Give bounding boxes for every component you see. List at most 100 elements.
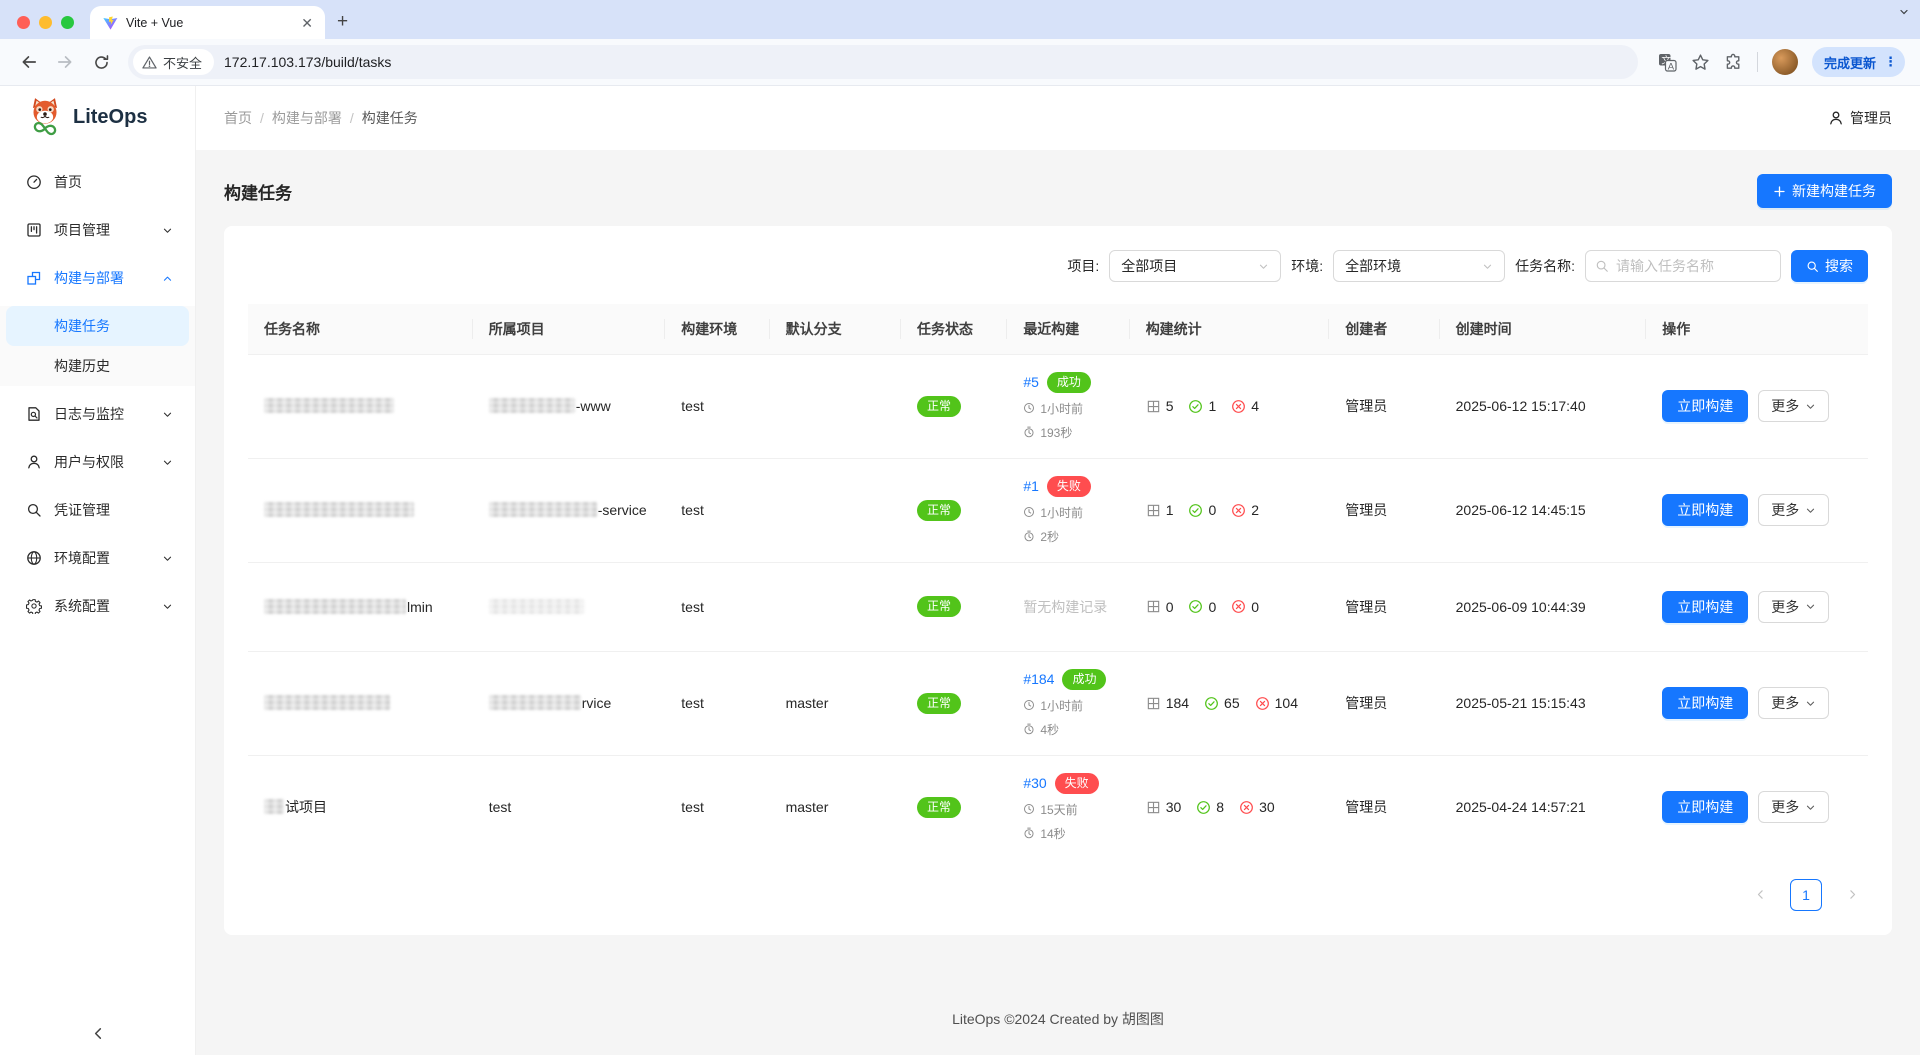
new-build-task-button[interactable]: 新建构建任务 (1757, 174, 1892, 208)
build-now-button[interactable]: 立即构建 (1662, 591, 1748, 623)
sidebar-item-label: 构建任务 (54, 316, 173, 336)
build-number-link[interactable]: #30 (1023, 775, 1046, 791)
table-row: -www test 正常 #5 成功 1小时前 193秒 (248, 354, 1868, 458)
back-icon[interactable] (14, 47, 44, 77)
chevron-down-icon (1805, 505, 1816, 516)
build-now-button[interactable]: 立即构建 (1662, 687, 1748, 719)
stat-fail: 104 (1275, 695, 1298, 711)
branch-cell (770, 354, 901, 458)
breadcrumb-home[interactable]: 首页 (224, 108, 252, 128)
deployment-icon (26, 270, 42, 286)
stat-success: 8 (1216, 799, 1224, 815)
more-button[interactable]: 更多 (1758, 687, 1829, 719)
sidebar-item-label: 系统配置 (54, 596, 150, 616)
page-number[interactable]: 1 (1790, 879, 1822, 911)
security-chip[interactable]: 不安全 (133, 49, 214, 75)
branch-cell: master (770, 651, 901, 755)
bookmark-star-icon[interactable] (1691, 53, 1710, 72)
extensions-icon[interactable] (1724, 53, 1743, 72)
page-title: 构建任务 (224, 179, 292, 204)
breadcrumb: 首页 / 构建与部署 / 构建任务 (224, 108, 418, 128)
sidebar-item-system-config[interactable]: 系统配置 (6, 586, 189, 626)
build-duration: 193秒 (1040, 424, 1072, 441)
clock-icon (1023, 506, 1035, 518)
sidebar-item-projects[interactable]: 项目管理 (6, 210, 189, 250)
redacted-task-name (264, 398, 394, 413)
more-button[interactable]: 更多 (1758, 591, 1829, 623)
sidebar-item-credentials[interactable]: 凭证管理 (6, 490, 189, 530)
close-circle-icon (1231, 599, 1246, 614)
chevron-down-icon (1482, 261, 1493, 272)
more-button[interactable]: 更多 (1758, 791, 1829, 823)
security-label: 不安全 (163, 53, 202, 72)
tab-search-chevron-icon[interactable] (1898, 6, 1910, 18)
build-result-badge: 失败 (1055, 773, 1099, 794)
sidebar: LiteOps 首页 项目管理 (0, 86, 196, 1055)
build-number-link[interactable]: #1 (1023, 478, 1039, 494)
plus-icon (1773, 185, 1786, 198)
chevron-up-icon (162, 273, 173, 284)
browser-tab[interactable]: Vite + Vue ✕ (90, 6, 325, 39)
recent-build-cell: #184 成功 1小时前 4秒 (1007, 651, 1129, 755)
sidebar-item-home[interactable]: 首页 (6, 162, 189, 202)
breadcrumb-build-deploy[interactable]: 构建与部署 (272, 108, 342, 128)
builds-total-icon (1146, 503, 1161, 518)
translate-icon[interactable]: 文 A (1658, 53, 1677, 72)
file-search-icon (26, 406, 42, 422)
build-number-link[interactable]: #5 (1023, 374, 1039, 390)
sidebar-collapse-button[interactable] (90, 1026, 105, 1041)
magnifier-icon (26, 502, 42, 518)
created-at-cell: 2025-05-21 15:15:43 (1440, 651, 1647, 755)
build-now-button[interactable]: 立即构建 (1662, 791, 1748, 823)
build-now-button[interactable]: 立即构建 (1662, 390, 1748, 422)
prev-page-button[interactable] (1744, 879, 1776, 911)
tab-close-icon[interactable]: ✕ (299, 14, 315, 32)
content: 构建任务 新建构建任务 项目: 全部项目 环境: (196, 150, 1920, 1055)
status-cell: 正常 (901, 354, 1007, 458)
recent-build-cell: 暂无构建记录 (1007, 562, 1129, 651)
sidebar-item-build-deploy[interactable]: 构建与部署 (6, 258, 189, 298)
table-row: -service test 正常 #1 失败 1小时前 2秒 (248, 458, 1868, 562)
close-window-button[interactable] (17, 16, 30, 29)
project-select[interactable]: 全部项目 (1109, 250, 1281, 282)
status-badge: 正常 (917, 596, 961, 617)
close-circle-icon (1231, 503, 1246, 518)
update-browser-button[interactable]: 完成更新 ⋮ (1812, 47, 1905, 77)
table-row: 试项目 test test master 正常 #30 失败 15天前 (248, 755, 1868, 859)
logo[interactable]: LiteOps (0, 86, 195, 148)
status-badge: 正常 (917, 797, 961, 818)
col-creator: 创建者 (1329, 304, 1439, 354)
minimize-window-button[interactable] (39, 16, 52, 29)
build-tasks-table: 任务名称 所属项目 构建环境 默认分支 任务状态 最近构建 构建统计 创建者 创… (248, 304, 1868, 859)
chevron-down-icon (162, 457, 173, 468)
env-cell: test (665, 354, 769, 458)
maximize-window-button[interactable] (61, 16, 74, 29)
reload-icon[interactable] (86, 47, 116, 77)
more-button-label: 更多 (1771, 597, 1799, 617)
search-button[interactable]: 搜索 (1791, 250, 1868, 282)
task-name-cell: 试项目 (248, 755, 473, 859)
task-name-text: 试项目 (285, 799, 327, 815)
build-result-badge: 成功 (1047, 372, 1091, 393)
next-page-button[interactable] (1836, 879, 1868, 911)
new-tab-button[interactable]: + (337, 12, 348, 31)
sidebar-item-users-permissions[interactable]: 用户与权限 (6, 442, 189, 482)
project-select-value: 全部项目 (1121, 256, 1177, 276)
sidebar-item-env-config[interactable]: 环境配置 (6, 538, 189, 578)
build-now-button[interactable]: 立即构建 (1662, 494, 1748, 526)
forward-icon[interactable] (50, 47, 80, 77)
task-name-input[interactable] (1585, 250, 1781, 282)
env-select[interactable]: 全部环境 (1333, 250, 1505, 282)
sidebar-item-build-tasks[interactable]: 构建任务 (6, 306, 189, 346)
build-number-link[interactable]: #184 (1023, 671, 1054, 687)
menu-kebab-icon[interactable]: ⋮ (1884, 60, 1897, 64)
sidebar-item-logs-monitoring[interactable]: 日志与监控 (6, 394, 189, 434)
more-button[interactable]: 更多 (1758, 494, 1829, 526)
profile-avatar[interactable] (1772, 49, 1798, 75)
user-menu[interactable]: 管理员 (1828, 108, 1892, 128)
sidebar-item-build-history[interactable]: 构建历史 (6, 346, 189, 386)
breadcrumb-separator: / (350, 110, 354, 126)
more-button[interactable]: 更多 (1758, 390, 1829, 422)
pagination: 1 (248, 879, 1868, 911)
address-bar[interactable]: 不安全 172.17.103.173/build/tasks (128, 45, 1638, 79)
